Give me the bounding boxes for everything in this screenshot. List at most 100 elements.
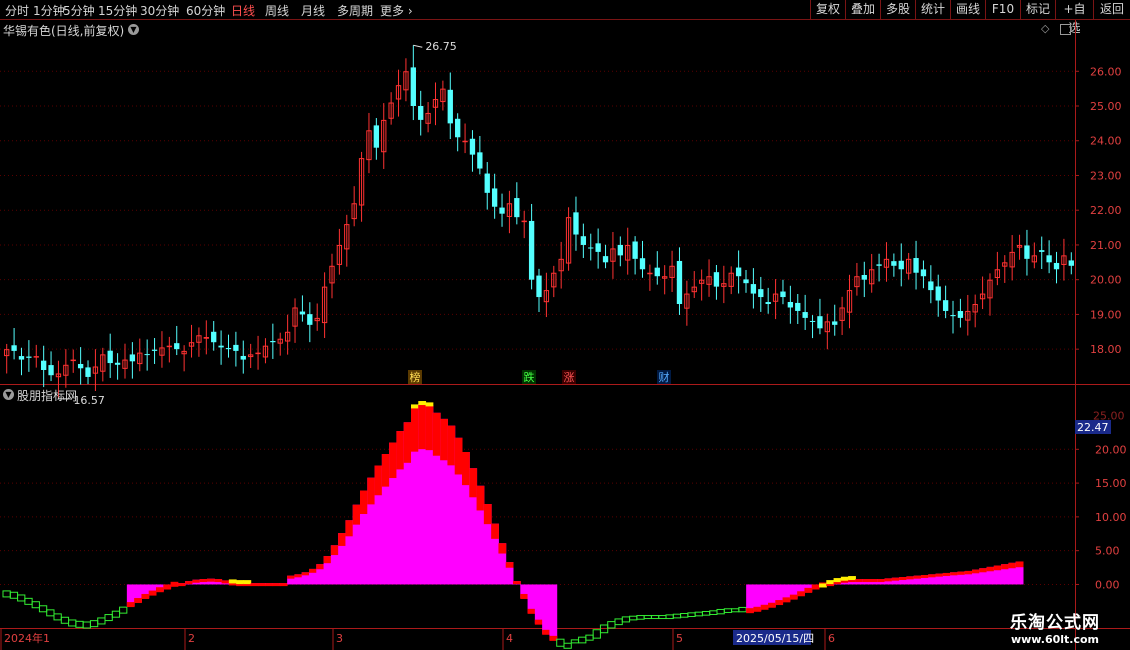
indicator-step-up [804, 587, 813, 593]
indicator-step-flat [833, 578, 842, 583]
candle [861, 261, 867, 298]
indicator-step-up [760, 604, 769, 610]
indicator-step-down [716, 608, 725, 615]
candle [580, 223, 587, 259]
candle [713, 264, 720, 300]
indicator-step-up [403, 422, 412, 463]
diamond-icon[interactable]: ◇ [1041, 22, 1049, 35]
indicator-step-up [287, 575, 295, 579]
watermark: 乐淘公式网 www.60lt.com [985, 608, 1125, 646]
indicator-title: 股朋指标网 [17, 389, 78, 403]
candle [1068, 252, 1074, 275]
event-marker-1: 跌 [522, 370, 536, 384]
chevron-down-icon[interactable]: ▼ [3, 389, 14, 400]
candle [351, 186, 357, 227]
indicator-step-up [789, 594, 798, 600]
indicator-step-up [316, 564, 325, 570]
panel-toggle-icon[interactable] [1060, 24, 1071, 35]
candle [484, 162, 490, 210]
indicator-step-down [31, 601, 40, 609]
indicator-step-down [643, 615, 652, 620]
candle [698, 269, 705, 301]
indicator-step-up [462, 452, 470, 486]
chevron-down-icon[interactable]: ▼ [128, 24, 139, 35]
indicator-step-flat [418, 401, 427, 406]
candle [196, 327, 202, 357]
indicator-step-up [374, 465, 383, 496]
candle-body-down [307, 314, 313, 325]
candle [876, 253, 882, 282]
indicator-step-up [972, 569, 980, 574]
price-tick-label: 22.00 [1090, 204, 1122, 217]
candle [824, 313, 830, 350]
candle [107, 333, 113, 378]
candle-body-down [817, 316, 823, 329]
event-marker-text: 财 [659, 370, 670, 384]
candle [277, 332, 283, 356]
candle [70, 349, 76, 373]
indicator-step-down [89, 620, 99, 628]
candle-body-down [632, 241, 638, 259]
candle [240, 340, 246, 374]
indicator-step-up [221, 580, 230, 584]
indicator-step-up [491, 523, 499, 539]
indicator-step-up [862, 579, 871, 583]
indicator-step-up [454, 437, 463, 475]
indicator-step-up [549, 635, 558, 641]
candle [942, 285, 949, 319]
indicator-step-down [694, 611, 703, 617]
indicator-step-up [425, 405, 434, 451]
indicator-step-down [687, 612, 696, 618]
candle-body-down [233, 344, 239, 351]
price-tick-label: 18.00 [1090, 343, 1122, 356]
candle-body-down [129, 354, 136, 362]
indicator-step-flat [243, 580, 252, 585]
indicator-step-flat [228, 579, 237, 584]
candle-body-up [255, 352, 261, 355]
indicator-step-up [389, 442, 397, 479]
indicator-step-up [418, 404, 427, 450]
indicator-step-up [170, 581, 179, 587]
indicator-value-text: 22.47 [1077, 421, 1109, 434]
indicator-step-flat [819, 583, 827, 588]
candle-body-down [455, 118, 461, 138]
candle [381, 103, 387, 169]
indicator-step-up [928, 574, 937, 578]
candle [4, 343, 10, 374]
candle [765, 287, 771, 314]
indicator-step-flat [411, 404, 419, 409]
indicator-tick-label: 5.00 [1095, 545, 1120, 558]
candle [802, 294, 808, 330]
indicator-step-up [986, 566, 995, 572]
indicator-step-up [396, 431, 405, 470]
candle-body-down [787, 301, 794, 308]
candle-body-down [225, 348, 232, 350]
indicator-step-up [476, 485, 485, 511]
candle [706, 259, 712, 297]
candle [1002, 255, 1008, 283]
candle [410, 45, 416, 121]
candle-body-down [920, 269, 927, 277]
x-axis-label: 6 [828, 632, 835, 645]
price-tick-label: 24.00 [1090, 135, 1122, 148]
indicator-step-up [185, 581, 193, 585]
candle-body-down [891, 261, 897, 266]
candle [255, 335, 261, 370]
candle [913, 240, 919, 290]
price-tick-label: 19.00 [1090, 308, 1122, 321]
indicator-step-up [148, 590, 157, 596]
candle-body-down [11, 345, 17, 351]
candle [654, 251, 660, 285]
indicator-step-down [119, 606, 128, 614]
indicator-step-down [75, 620, 84, 628]
candle [418, 90, 424, 136]
indicator-step-down [2, 590, 11, 598]
candle [854, 262, 860, 296]
indicator-bar-neg [549, 584, 558, 640]
chart-area[interactable]: 26.0025.0024.0023.0022.0021.0020.0019.00… [0, 0, 1130, 650]
candle [373, 118, 380, 160]
indicator-step-up [381, 454, 390, 487]
indicator-step-down [9, 591, 19, 599]
candle-body-down [1053, 262, 1060, 270]
candle [18, 347, 25, 376]
